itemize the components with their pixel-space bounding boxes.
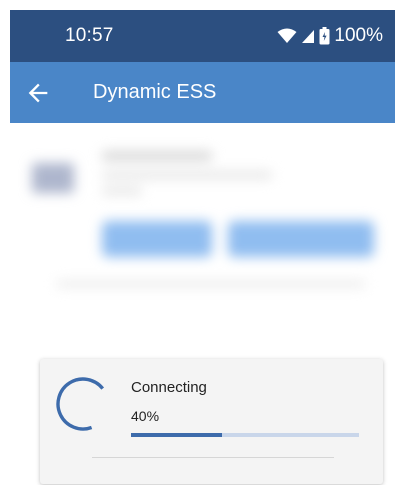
arrow-back-icon — [28, 83, 48, 103]
battery-percent: 100% — [334, 25, 383, 46]
cellular-signal-icon — [302, 30, 315, 43]
dialog-divider — [92, 457, 334, 458]
blurred-button — [102, 221, 212, 257]
wifi-icon — [277, 28, 297, 43]
progress-bar-fill — [131, 433, 223, 437]
blurred-text-line — [102, 171, 272, 179]
blurred-device-icon — [32, 163, 74, 193]
phone-screen: 10:57 100% Dynamic ESS Connecting 40% — [10, 10, 395, 485]
connecting-dialog: Connecting 40% — [40, 359, 383, 484]
blurred-background-content — [10, 123, 395, 313]
blurred-text-line — [102, 151, 212, 161]
blurred-button — [228, 221, 374, 257]
blurred-text-line — [102, 187, 142, 195]
progress-bar — [131, 433, 359, 437]
dialog-title: Connecting — [131, 379, 207, 396]
status-icons: 100% — [277, 25, 383, 47]
blurred-text-line — [56, 281, 366, 287]
loading-spinner-icon — [56, 377, 105, 431]
app-bar: Dynamic ESS — [10, 62, 395, 123]
status-time: 10:57 — [65, 25, 114, 46]
progress-percent: 40% — [131, 408, 160, 424]
back-button[interactable] — [24, 79, 52, 107]
page-title: Dynamic ESS — [93, 81, 217, 103]
battery-icon — [319, 27, 330, 45]
status-bar: 10:57 100% — [10, 10, 395, 62]
